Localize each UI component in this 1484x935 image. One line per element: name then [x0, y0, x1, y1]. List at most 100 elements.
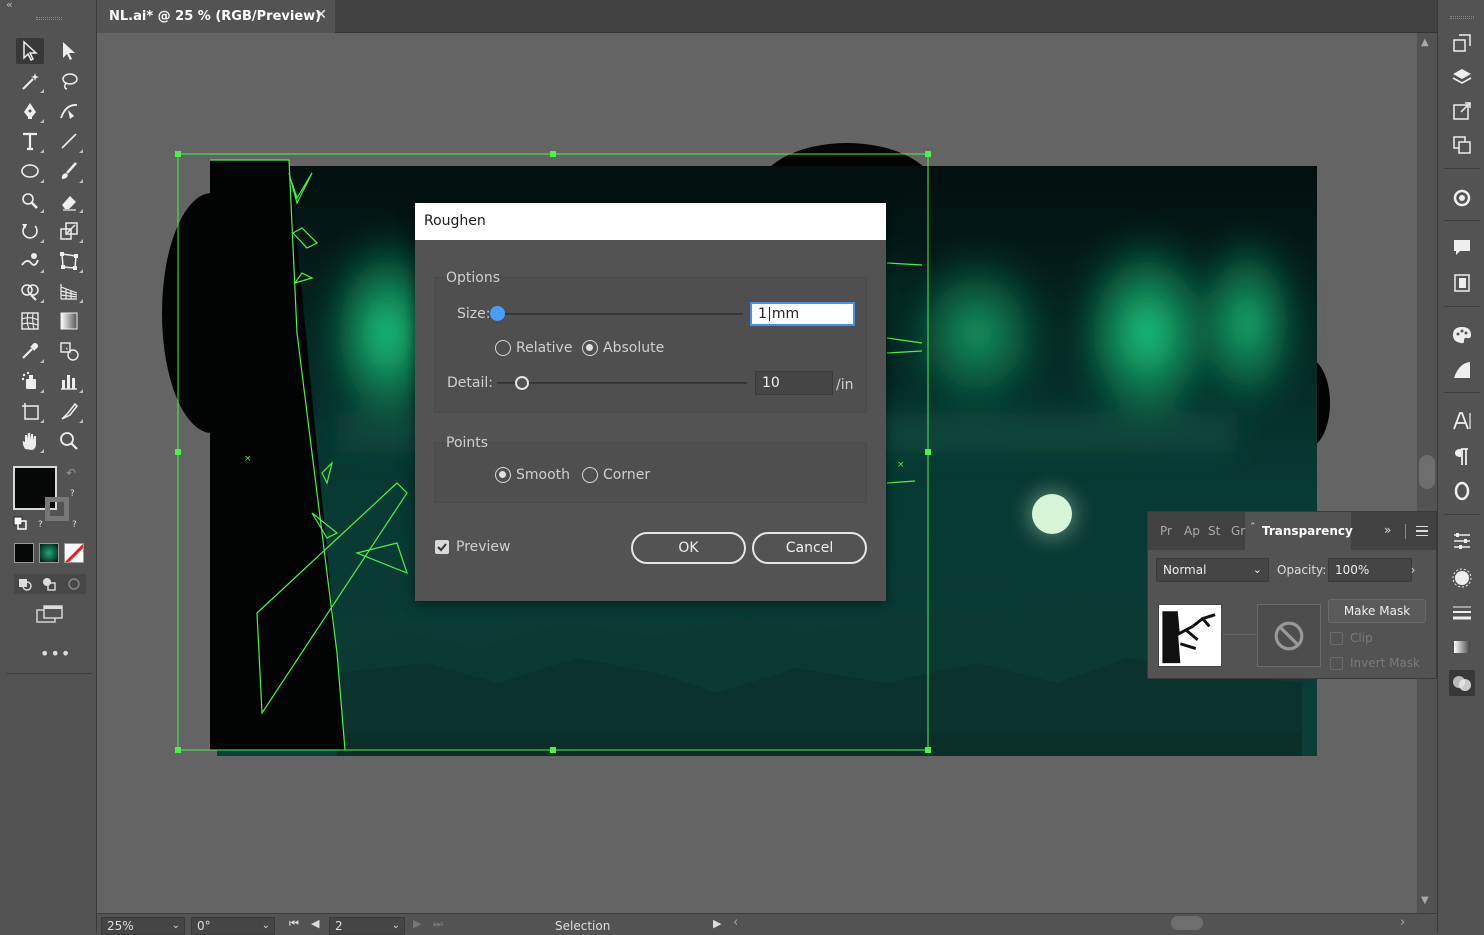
- swap-fill-stroke-icon[interactable]: ↶: [66, 466, 76, 480]
- detail-slider-track[interactable]: [497, 382, 747, 384]
- tab-transparency[interactable]: ⌃ Transparency: [1245, 512, 1353, 550]
- opentype-icon[interactable]: [1449, 478, 1475, 504]
- stroke-color-swatch[interactable]: [45, 497, 69, 521]
- cancel-button[interactable]: Cancel: [752, 532, 867, 564]
- zoom-field[interactable]: 25% ⌄: [101, 917, 185, 935]
- character-icon[interactable]: [1449, 408, 1475, 434]
- perspective-grid-tool-icon[interactable]: [55, 278, 83, 304]
- direct-selection-tool-icon[interactable]: [55, 38, 83, 64]
- pen-tool-icon[interactable]: [16, 98, 44, 124]
- layers-icon[interactable]: [1449, 64, 1475, 90]
- panel-grip[interactable]: [36, 17, 62, 20]
- detail-slider-thumb[interactable]: [515, 376, 529, 390]
- scroll-right-icon[interactable]: ›: [1400, 915, 1405, 930]
- scroll-up-icon[interactable]: ▲: [1421, 37, 1429, 48]
- smooth-radio[interactable]: [495, 467, 511, 483]
- chevron-down-icon[interactable]: ⌄: [392, 918, 400, 934]
- selection-tool-icon[interactable]: [16, 38, 44, 64]
- screen-mode-icon[interactable]: [35, 604, 65, 626]
- comments-icon[interactable]: [1449, 234, 1475, 260]
- corner-label[interactable]: Corner: [603, 467, 650, 483]
- tab-properties[interactable]: Pr: [1160, 524, 1172, 538]
- brushes-icon[interactable]: [1449, 357, 1475, 383]
- panel-menu-icon[interactable]: [1416, 526, 1428, 536]
- shape-builder-tool-icon[interactable]: [16, 278, 44, 304]
- draw-inside-icon[interactable]: [66, 576, 82, 592]
- eyedropper-tool-icon[interactable]: [16, 338, 44, 364]
- opacity-chevron-right-icon[interactable]: ›: [1402, 558, 1424, 582]
- mesh-tool-icon[interactable]: [16, 308, 44, 334]
- previous-artboard-icon[interactable]: ◀: [311, 917, 319, 930]
- draw-normal-icon[interactable]: [17, 576, 33, 592]
- type-tool-icon[interactable]: [16, 128, 44, 154]
- none-mode-button[interactable]: [64, 543, 84, 563]
- first-artboard-icon[interactable]: ⏮: [289, 917, 299, 931]
- status-menu-icon[interactable]: ▶: [713, 917, 721, 930]
- scrollbar-thumb[interactable]: [1419, 455, 1435, 489]
- scale-tool-icon[interactable]: [55, 218, 83, 244]
- scroll-down-icon[interactable]: ▼: [1421, 895, 1429, 906]
- free-transform-tool-icon[interactable]: [55, 248, 83, 274]
- default-fill-stroke-icon[interactable]: [13, 516, 27, 530]
- curvature-tool-icon[interactable]: [55, 98, 83, 124]
- column-graph-tool-icon[interactable]: [55, 368, 83, 394]
- blend-tool-icon[interactable]: [55, 338, 83, 364]
- horizontal-scroll-thumb[interactable]: [1171, 916, 1203, 930]
- stroke-icon[interactable]: [1449, 600, 1475, 626]
- last-artboard-icon[interactable]: ⏭: [433, 917, 443, 931]
- clip-checkbox[interactable]: [1330, 632, 1343, 645]
- ok-button[interactable]: OK: [631, 532, 746, 564]
- detail-input[interactable]: 10: [755, 371, 833, 395]
- gradient-panel-icon[interactable]: [1449, 634, 1475, 660]
- collapse-panel-icon[interactable]: «: [6, 0, 13, 11]
- shaper-tool-icon[interactable]: [16, 188, 44, 214]
- appearance-icon[interactable]: [1449, 565, 1475, 591]
- warp-tool-icon[interactable]: [16, 248, 44, 274]
- dialog-title[interactable]: Roughen: [415, 203, 886, 240]
- magic-wand-tool-icon[interactable]: [16, 68, 44, 94]
- lasso-tool-icon[interactable]: [55, 68, 83, 94]
- mask-thumbnail[interactable]: [1257, 604, 1321, 667]
- hand-tool-icon[interactable]: [16, 428, 44, 454]
- zoom-tool-icon[interactable]: [55, 428, 83, 454]
- line-segment-tool-icon[interactable]: [55, 128, 83, 154]
- rotation-field[interactable]: 0° ⌄: [191, 917, 275, 935]
- artboard-tool-icon[interactable]: [16, 398, 44, 424]
- size-slider-thumb[interactable]: [489, 306, 505, 321]
- tab-stroke[interactable]: St: [1208, 524, 1220, 538]
- edit-toolbar-icon[interactable]: •••: [40, 644, 71, 663]
- invert-mask-checkbox[interactable]: [1330, 657, 1343, 670]
- rotate-tool-icon[interactable]: [16, 218, 44, 244]
- transparency-icon[interactable]: [1449, 670, 1475, 696]
- relative-label[interactable]: Relative: [516, 340, 572, 356]
- absolute-label[interactable]: Absolute: [603, 340, 664, 356]
- smooth-label[interactable]: Smooth: [516, 467, 570, 483]
- tab-appearance[interactable]: Ap: [1184, 524, 1200, 538]
- absolute-radio[interactable]: [582, 340, 598, 356]
- expand-panel-icon[interactable]: »: [1384, 523, 1391, 537]
- corner-radio[interactable]: [582, 467, 598, 483]
- export-icon[interactable]: [1449, 98, 1475, 124]
- dock-grip[interactable]: [1450, 16, 1474, 19]
- chevron-down-icon[interactable]: ⌄: [172, 918, 180, 934]
- opacity-input[interactable]: 100%: [1328, 558, 1412, 582]
- color-mode-button[interactable]: [14, 543, 34, 563]
- libraries-icon[interactable]: [1449, 132, 1475, 158]
- draw-behind-icon[interactable]: [41, 576, 57, 592]
- relative-radio[interactable]: [495, 340, 511, 356]
- vertical-scrollbar[interactable]: ▲ ▼: [1417, 33, 1437, 913]
- tab-gradient[interactable]: Gr: [1231, 524, 1245, 538]
- artboards-icon[interactable]: [1449, 30, 1475, 56]
- size-slider-track[interactable]: [497, 313, 743, 315]
- gradient-mode-button[interactable]: [39, 543, 59, 563]
- artboard-field[interactable]: 2 ⌄: [329, 917, 405, 935]
- make-mask-button[interactable]: Make Mask: [1328, 599, 1426, 623]
- symbol-sprayer-tool-icon[interactable]: [16, 368, 44, 394]
- slice-tool-icon[interactable]: [55, 398, 83, 424]
- close-icon[interactable]: ✕: [315, 7, 327, 23]
- swatches-palette-icon[interactable]: [1449, 322, 1475, 348]
- chevron-down-icon[interactable]: ⌄: [262, 918, 270, 934]
- paragraph-icon[interactable]: [1449, 444, 1475, 470]
- ellipse-tool-icon[interactable]: [16, 158, 44, 184]
- eraser-tool-icon[interactable]: [55, 188, 83, 214]
